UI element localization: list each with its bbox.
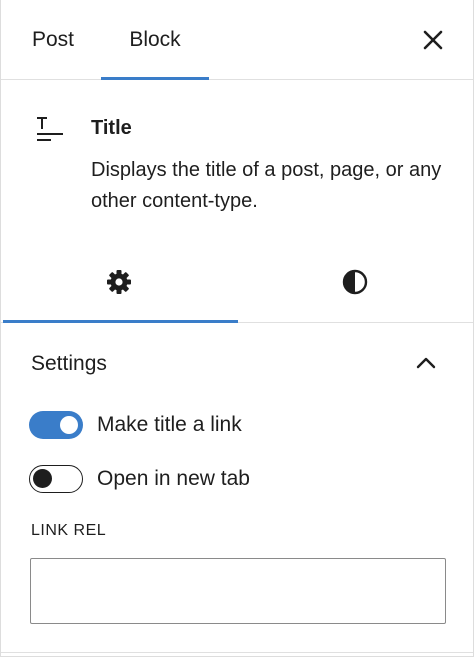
- contrast-icon: [342, 269, 368, 295]
- open-new-tab-toggle[interactable]: [29, 465, 83, 493]
- link-rel-label: LINK REL: [31, 522, 107, 539]
- gear-icon: [107, 270, 131, 294]
- settings-panel-toggle[interactable]: Settings: [1, 324, 473, 402]
- tab-block[interactable]: Block: [101, 0, 209, 80]
- block-inspector-panel: Post Block Title Displays the title of a…: [0, 0, 474, 657]
- make-title-link-toggle[interactable]: [29, 411, 83, 439]
- open-new-tab-row: Open in new tab: [29, 465, 250, 493]
- open-new-tab-label: Open in new tab: [97, 467, 250, 490]
- sidebar-header: Post Block: [1, 0, 473, 80]
- title-block-icon: [37, 117, 63, 141]
- toggle-knob: [60, 416, 78, 434]
- chevron-up-icon: [416, 357, 436, 369]
- close-button[interactable]: [413, 20, 453, 60]
- make-title-link-row: Make title a link: [29, 411, 242, 439]
- link-rel-input[interactable]: [30, 558, 446, 624]
- active-tab-indicator: [101, 77, 209, 80]
- toggle-knob: [33, 469, 52, 488]
- inspector-tabs: [1, 241, 473, 323]
- settings-panel-title: Settings: [31, 352, 107, 375]
- tab-post[interactable]: Post: [11, 0, 95, 80]
- tab-post-label: Post: [31, 28, 75, 51]
- block-card: Title Displays the title of a post, page…: [1, 81, 473, 241]
- block-title: Title: [91, 117, 132, 139]
- tab-block-label: Block: [129, 28, 181, 51]
- tab-styles[interactable]: [237, 241, 473, 323]
- block-description: Displays the title of a post, page, or a…: [91, 159, 442, 212]
- panel-divider: [1, 652, 473, 653]
- close-icon: [423, 30, 443, 50]
- make-title-link-label: Make title a link: [97, 413, 242, 436]
- active-subtab-indicator: [3, 320, 238, 323]
- tab-settings[interactable]: [1, 241, 237, 323]
